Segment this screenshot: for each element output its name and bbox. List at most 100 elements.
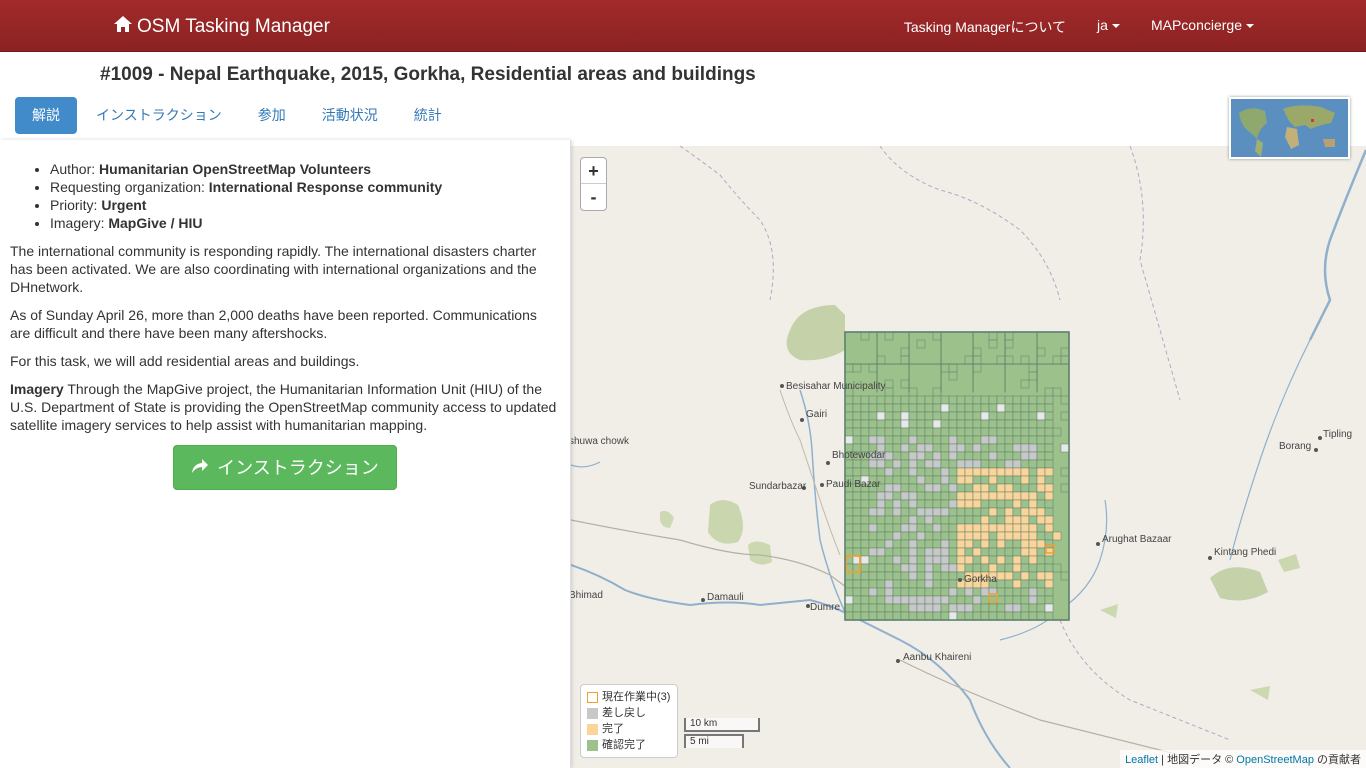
task-cell bbox=[884, 611, 894, 621]
task-cell bbox=[900, 355, 910, 365]
list-item: Author: Humanitarian OpenStreetMap Volun… bbox=[50, 160, 560, 178]
task-cell bbox=[988, 531, 998, 541]
zoom-in-button[interactable]: + bbox=[581, 158, 606, 184]
task-cell bbox=[980, 443, 990, 453]
task-cell bbox=[892, 499, 902, 509]
task-cell bbox=[924, 611, 934, 621]
task-cell bbox=[1044, 563, 1054, 573]
task-cell bbox=[1044, 571, 1054, 581]
task-cell bbox=[924, 435, 934, 445]
task-cell bbox=[876, 355, 886, 365]
task-cell bbox=[868, 571, 878, 581]
osm-link[interactable]: OpenStreetMap bbox=[1236, 754, 1314, 766]
task-cell bbox=[1020, 435, 1030, 445]
scale-km: 10 km bbox=[684, 718, 760, 732]
task-cell bbox=[1044, 411, 1054, 421]
task-cell bbox=[972, 395, 982, 405]
task-cell bbox=[1028, 467, 1038, 477]
task-cell bbox=[868, 419, 878, 429]
task-cell bbox=[1012, 539, 1022, 549]
task-cell bbox=[852, 515, 862, 525]
task-cell bbox=[1012, 611, 1022, 621]
task-cell bbox=[884, 523, 894, 533]
task-cell bbox=[900, 459, 910, 469]
tab-instructions[interactable]: インストラクション bbox=[79, 97, 239, 134]
task-cell bbox=[852, 411, 862, 421]
task-cell bbox=[1036, 347, 1046, 357]
task-cell bbox=[996, 451, 1006, 461]
task-cell bbox=[956, 427, 966, 437]
task-cell bbox=[908, 491, 918, 501]
task-cell bbox=[1044, 523, 1054, 533]
task-cell bbox=[1012, 403, 1022, 413]
task-cell bbox=[948, 491, 958, 501]
brand-link[interactable]: OSM Tasking Manager bbox=[113, 14, 330, 40]
task-cell bbox=[908, 387, 918, 397]
task-cell bbox=[924, 507, 934, 517]
task-cell bbox=[1028, 603, 1038, 613]
task-cell bbox=[1020, 595, 1030, 605]
language-dropdown[interactable]: ja bbox=[1097, 17, 1120, 37]
task-cell bbox=[884, 579, 894, 589]
zoom-out-button[interactable]: - bbox=[581, 184, 606, 210]
task-cell bbox=[932, 563, 942, 573]
user-dropdown[interactable]: MAPconcierge bbox=[1151, 17, 1254, 37]
task-cell bbox=[868, 555, 878, 565]
task-cell bbox=[1028, 419, 1038, 429]
task-cell bbox=[988, 603, 998, 613]
task-cell bbox=[1044, 395, 1054, 405]
task-cell bbox=[972, 419, 982, 429]
task-cell bbox=[988, 427, 998, 437]
task-cell bbox=[908, 555, 918, 565]
tab-contribute[interactable]: 参加 bbox=[241, 97, 303, 134]
about-link[interactable]: Tasking Managerについて bbox=[904, 17, 1066, 37]
task-cell bbox=[956, 395, 966, 405]
task-cell bbox=[852, 435, 862, 445]
task-cell bbox=[844, 427, 854, 437]
task-cell bbox=[884, 419, 894, 429]
task-cell bbox=[1020, 571, 1030, 581]
task-cell bbox=[932, 515, 942, 525]
tab-activity[interactable]: 活動状況 bbox=[305, 97, 395, 134]
tab-stats[interactable]: 統計 bbox=[397, 97, 459, 134]
task-cell bbox=[1044, 475, 1054, 485]
task-grid[interactable] bbox=[844, 331, 1070, 621]
task-cell bbox=[1004, 547, 1014, 557]
project-meta-list: Author: Humanitarian OpenStreetMap Volun… bbox=[50, 160, 560, 232]
task-cell bbox=[916, 595, 926, 605]
task-cell bbox=[956, 459, 966, 469]
task-cell bbox=[1060, 395, 1070, 405]
minimap[interactable] bbox=[1229, 97, 1350, 159]
task-cell bbox=[892, 555, 902, 565]
instructions-button[interactable]: インストラクション bbox=[173, 445, 397, 490]
task-cell bbox=[988, 555, 998, 565]
tab-description[interactable]: 解説 bbox=[15, 97, 77, 134]
task-cell bbox=[1012, 483, 1022, 493]
task-cell bbox=[860, 507, 870, 517]
task-cell bbox=[916, 339, 926, 349]
task-map[interactable]: Besisahar Municipality Gairi Bhotewodar … bbox=[571, 146, 1366, 768]
task-cell bbox=[884, 539, 894, 549]
task-cell bbox=[988, 331, 998, 341]
task-cell bbox=[1044, 387, 1054, 397]
task-cell bbox=[1036, 507, 1046, 517]
task-cell bbox=[900, 403, 910, 413]
description-paragraph: The international community is respondin… bbox=[10, 243, 537, 295]
task-cell bbox=[1012, 491, 1022, 501]
task-cell bbox=[844, 491, 854, 501]
meta-value: MapGive / HIU bbox=[108, 215, 203, 231]
task-cell bbox=[1012, 435, 1022, 445]
leaflet-link[interactable]: Leaflet bbox=[1125, 754, 1158, 766]
task-cell bbox=[996, 547, 1006, 557]
task-cell bbox=[948, 443, 958, 453]
task-cell bbox=[1028, 403, 1038, 413]
task-cell bbox=[956, 531, 966, 541]
task-cell bbox=[996, 443, 1006, 453]
task-cell bbox=[876, 579, 886, 589]
task-cell bbox=[884, 467, 894, 477]
task-cell bbox=[1020, 483, 1030, 493]
task-cell bbox=[924, 523, 934, 533]
task-cell bbox=[900, 395, 910, 405]
task-cell bbox=[1012, 451, 1022, 461]
task-cell bbox=[964, 475, 974, 485]
